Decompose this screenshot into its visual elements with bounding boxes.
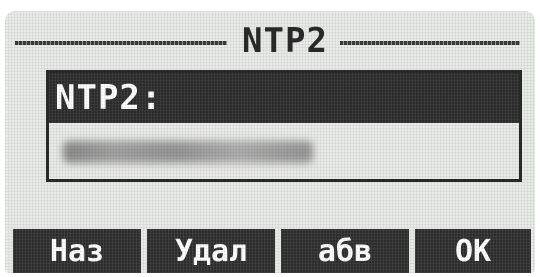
title-divider-right — [340, 41, 520, 45]
title-divider-left — [15, 41, 227, 45]
delete-softkey[interactable]: Удал — [147, 229, 275, 273]
back-softkey[interactable]: Наз — [13, 229, 141, 273]
page-title: NTP2 — [242, 21, 328, 61]
redacted-value — [63, 141, 313, 163]
phone-lcd-screen: NTP2 NTP2: Наз Удал абв OK — [0, 0, 540, 277]
input-mode-softkey[interactable]: абв — [281, 229, 409, 273]
lcd-panel: NTP2 NTP2: Наз Удал абв OK — [5, 11, 535, 273]
ntp2-field-label: NTP2: — [49, 73, 519, 123]
ok-softkey[interactable]: OK — [415, 229, 531, 273]
ntp2-field-box: NTP2: — [46, 70, 522, 182]
softkey-bar: Наз Удал абв OK — [5, 229, 535, 273]
title-bar: NTP2 — [15, 19, 520, 61]
